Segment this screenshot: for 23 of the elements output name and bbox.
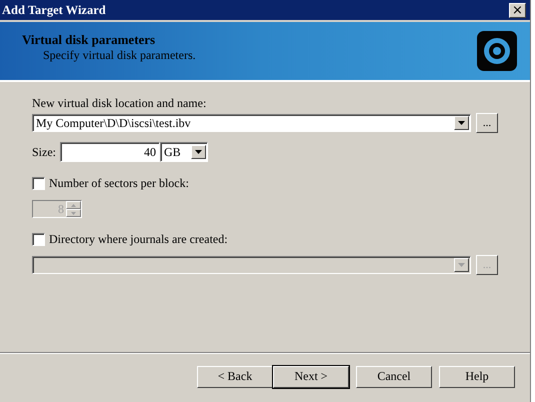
page-subtitle: Specify virtual disk parameters. — [42, 48, 196, 63]
dropdown-icon — [458, 263, 465, 267]
checkbox[interactable] — [32, 177, 45, 190]
location-label: New virtual disk location and name: — [32, 96, 208, 111]
window-title: Add Target Wizard — [2, 2, 106, 18]
journal-directory-combo[interactable] — [32, 256, 471, 274]
size-label: Size: — [32, 144, 56, 160]
wizard-button[interactable]: Next > — [273, 366, 349, 388]
dropdown-icon — [195, 150, 202, 154]
page-title: Virtual disk parameters — [22, 32, 156, 48]
checkbox[interactable] — [32, 233, 45, 246]
unit-combo[interactable]: GB — [160, 142, 208, 162]
browse-button[interactable]: ... — [476, 113, 498, 133]
close-button[interactable]: × — [509, 2, 526, 18]
dropdown-icon — [458, 121, 465, 125]
wizard-button[interactable]: < Back — [197, 366, 273, 388]
sectors-label: Number of sectors per block: — [49, 176, 189, 191]
target-icon — [477, 31, 517, 71]
location-combo[interactable]: My Computer\D\D\iscsi\test.ibv — [32, 114, 471, 132]
journals-label: Directory where journals are created: — [49, 232, 228, 247]
wizard-button[interactable]: Help — [439, 366, 515, 388]
size-field[interactable]: 40 — [60, 142, 160, 162]
wizard-button[interactable]: Cancel — [356, 366, 432, 388]
